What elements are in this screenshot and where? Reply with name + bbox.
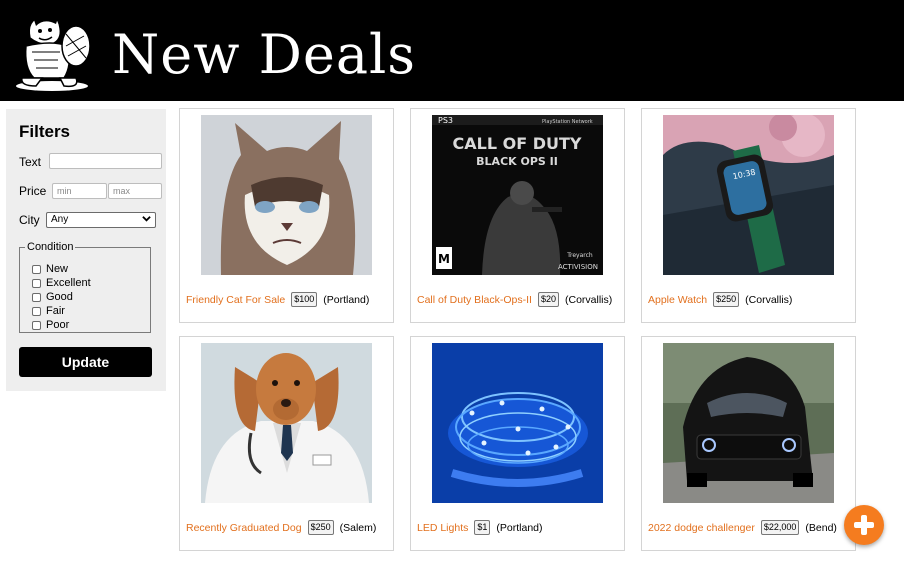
listing-caption: Friendly Cat For Sale $100 (Portland) (186, 292, 369, 307)
listing-city: (Salem) (339, 521, 377, 534)
chevron-down-icon (142, 214, 151, 227)
game-title-top: CALL OF DUTY (453, 134, 582, 153)
city-select[interactable]: Any (46, 212, 156, 228)
plus-icon (854, 515, 874, 535)
listing-title-link[interactable]: Apple Watch (648, 294, 707, 306)
listing-title-link[interactable]: Call of Duty Black-Ops-II (417, 294, 532, 306)
listing-caption: 2022 dodge challenger $22,000 (Bend) (648, 520, 837, 535)
page-title: New Deals (112, 23, 417, 86)
listing-caption: Apple Watch $250 (Corvallis) (648, 292, 792, 307)
price-badge: $20 (537, 292, 559, 307)
price-badge: $250 (307, 520, 334, 535)
listing-city: (Bend) (805, 521, 837, 534)
price-min-input[interactable]: min (52, 183, 107, 199)
listing-title-link[interactable]: Friendly Cat For Sale (186, 294, 285, 306)
price-badge: $100 (291, 292, 318, 307)
checkbox[interactable] (32, 320, 41, 330)
checkbox[interactable] (32, 292, 41, 302)
city-label: City (19, 213, 40, 227)
game-title-bottom: BLACK OPS II (476, 155, 558, 168)
price-badge: $1 (474, 520, 491, 535)
condition-label: Fair (46, 305, 65, 317)
condition-fieldset: Condition New Excellent Good Fair Poor (19, 241, 151, 333)
text-filter-input[interactable] (49, 153, 162, 169)
condition-option-new[interactable]: New (32, 263, 68, 275)
checkbox[interactable] (32, 306, 41, 316)
condition-option-poor[interactable]: Poor (32, 319, 69, 331)
condition-option-excellent[interactable]: Excellent (32, 277, 91, 289)
listing-card[interactable]: Recently Graduated Dog $250 (Salem) (179, 336, 394, 551)
listing-photo-game-cover[interactable]: PS3 PlayStation Network CALL OF DUTY BLA… (432, 115, 603, 275)
ps3-mark: PS3 (438, 116, 453, 125)
condition-option-fair[interactable]: Fair (32, 305, 65, 317)
listing-card[interactable]: LED Lights $1 (Portland) (410, 336, 625, 551)
rating-mark: M (438, 252, 450, 266)
listing-card[interactable]: Friendly Cat For Sale $100 (Portland) (179, 108, 394, 323)
text-label: Text (19, 155, 42, 169)
condition-option-good[interactable]: Good (32, 291, 73, 303)
listing-city: (Portland) (496, 521, 543, 534)
listing-card[interactable]: PS3 PlayStation Network CALL OF DUTY BLA… (410, 108, 625, 323)
listing-caption: LED Lights $1 (Portland) (417, 520, 543, 535)
listing-title-link[interactable]: Recently Graduated Dog (186, 522, 302, 534)
price-badge: $22,000 (760, 520, 800, 535)
add-listing-button[interactable] (844, 505, 884, 545)
listing-caption: Call of Duty Black-Ops-II $20 (Corvallis… (417, 292, 612, 307)
price-badge: $250 (713, 292, 740, 307)
condition-label: Poor (46, 319, 70, 331)
listing-city: (Portland) (323, 293, 370, 306)
price-label: Price (19, 184, 47, 198)
listing-photo-dog[interactable] (201, 343, 372, 503)
filters-heading: Filters (19, 122, 71, 141)
update-button[interactable]: Update (19, 347, 152, 377)
site-header: New Deals (0, 0, 904, 101)
listing-card[interactable]: 2022 dodge challenger $22,000 (Bend) (641, 336, 856, 551)
listing-city: (Corvallis) (745, 293, 793, 306)
checkbox[interactable] (32, 278, 41, 288)
condition-label: New (46, 263, 69, 275)
listing-photo-led-lights[interactable] (432, 343, 603, 503)
condition-legend: Condition (27, 241, 74, 253)
developer-mark: Treyarch (566, 252, 593, 259)
beaver-mascot-icon[interactable] (12, 6, 92, 92)
listing-title-link[interactable]: LED Lights (417, 522, 468, 534)
network-mark: PlayStation Network (542, 119, 593, 125)
publisher-mark: ACTIVISION (558, 263, 598, 271)
filters-panel: Filters Text Price min max City Any Cond… (6, 109, 166, 391)
checkbox[interactable] (32, 264, 41, 274)
listing-photo-cat[interactable] (201, 115, 372, 275)
listing-photo-car[interactable] (663, 343, 834, 503)
condition-label: Excellent (46, 277, 91, 289)
listing-caption: Recently Graduated Dog $250 (Salem) (186, 520, 376, 535)
price-max-input[interactable]: max (108, 183, 162, 199)
listing-card[interactable]: 10:38 Apple Watch $250 (Corvallis) (641, 108, 856, 323)
condition-label: Good (46, 291, 73, 303)
listing-city: (Corvallis) (564, 293, 613, 306)
listing-title-link[interactable]: 2022 dodge challenger (648, 522, 755, 534)
city-select-value: Any (51, 214, 69, 225)
listing-photo-watch[interactable]: 10:38 (663, 115, 834, 275)
